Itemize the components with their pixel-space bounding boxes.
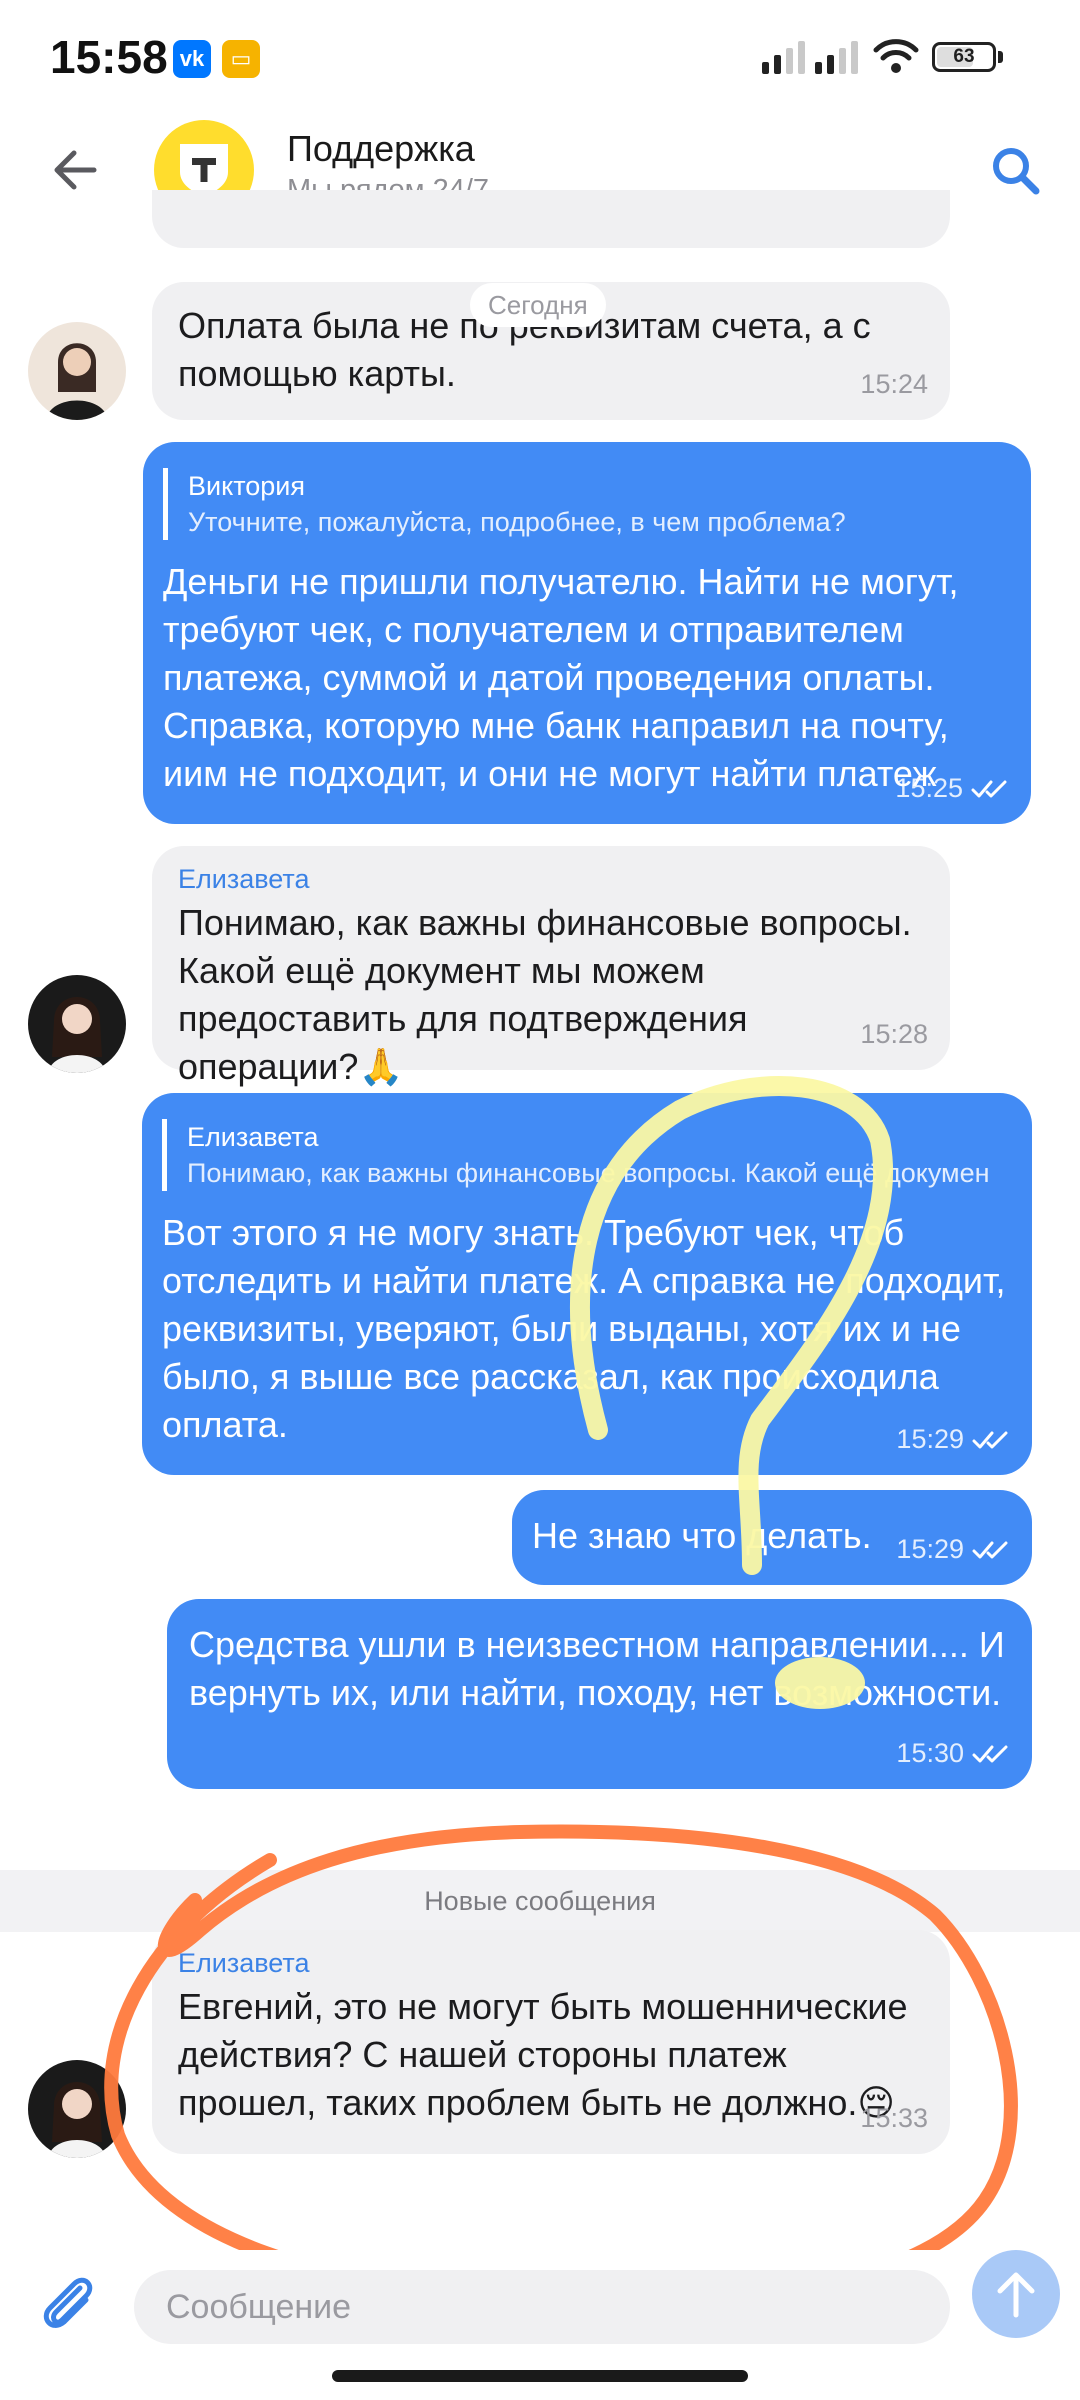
send-arrow-icon [997, 2272, 1035, 2318]
quote-text: Понимаю, как важны финансовые вопросы. К… [187, 1158, 990, 1188]
status-bar: 15:58 vk ▭ 63 [0, 0, 1080, 110]
message-time: 15:33 [860, 2103, 928, 2133]
message-time: 15:30 [896, 1738, 1010, 1769]
sender-name: Елизавета [178, 864, 310, 894]
wifi-icon [873, 39, 919, 73]
message-bubble[interactable]: Виктория Уточните, пожалуйста, подробнее… [143, 442, 1031, 824]
back-arrow-icon[interactable] [46, 140, 106, 200]
paperclip-icon[interactable] [34, 2268, 104, 2338]
send-button[interactable] [972, 2250, 1060, 2338]
new-messages-divider: Новые сообщения [0, 1870, 1080, 1932]
message-text: Деньги не пришли получателю. Найти не мо… [163, 561, 959, 794]
home-indicator[interactable] [332, 2370, 748, 2382]
message-bubble-previous [152, 190, 950, 248]
message-text: Понимаю, как важны финансовые вопросы. К… [178, 902, 912, 1087]
message-bubble[interactable]: Елизавета Понимаю, как важны финансовые … [142, 1093, 1032, 1475]
signal-2-icon [815, 40, 858, 74]
double-check-icon [972, 1541, 1008, 1558]
message-text: Евгений, это не могут быть мошеннические… [178, 1986, 908, 2123]
avatar [28, 2060, 126, 2158]
vk-app-icon: vk [173, 40, 211, 78]
date-separator: Сегодня [470, 283, 606, 327]
message-time: 15:29 [896, 1534, 1010, 1565]
message-text: Средства ушли в неизвестном направлении.… [189, 1624, 1005, 1713]
message-text: Вот этого я не могу знать. Требуют чек, … [162, 1212, 1006, 1445]
avatar [28, 975, 126, 1073]
message-input[interactable]: Сообщение [134, 2270, 950, 2344]
double-check-icon [972, 1745, 1008, 1762]
sender-name: Елизавета [178, 1948, 310, 1978]
message-time: 15:28 [860, 1019, 928, 1049]
avatar [28, 322, 126, 420]
message-bubble[interactable]: Елизавета Понимаю, как важны финансовые … [152, 846, 950, 1087]
search-icon[interactable] [988, 143, 1044, 199]
chat-title: Поддержка [287, 128, 475, 169]
notes-app-icon: ▭ [222, 40, 260, 78]
message-bubble[interactable]: Средства ушли в неизвестном направлении.… [167, 1599, 1032, 1789]
signal-icon [762, 40, 805, 74]
reply-quote[interactable]: Виктория Уточните, пожалуйста, подробнее… [163, 468, 1011, 540]
double-check-icon [971, 780, 1007, 797]
message-time: 15:25 [895, 773, 1009, 804]
reply-quote[interactable]: Елизавета Понимаю, как важны финансовые … [162, 1119, 1012, 1191]
double-check-icon [972, 1431, 1008, 1448]
quote-text: Уточните, пожалуйста, подробнее, в чем п… [188, 507, 846, 537]
message-time: 15:24 [860, 369, 928, 399]
quote-author: Виктория [188, 471, 306, 501]
status-time: 15:58 [50, 31, 168, 83]
message-time: 15:29 [896, 1424, 1010, 1455]
message-bubble[interactable]: Елизавета Евгений, это не могут быть мош… [152, 1930, 950, 2154]
battery-icon: 63 [932, 42, 996, 72]
quote-author: Елизавета [187, 1122, 319, 1152]
message-bubble[interactable]: Не знаю что делать. 15:29 [512, 1490, 1032, 1585]
composer-bar: Сообщение [0, 2250, 1080, 2360]
